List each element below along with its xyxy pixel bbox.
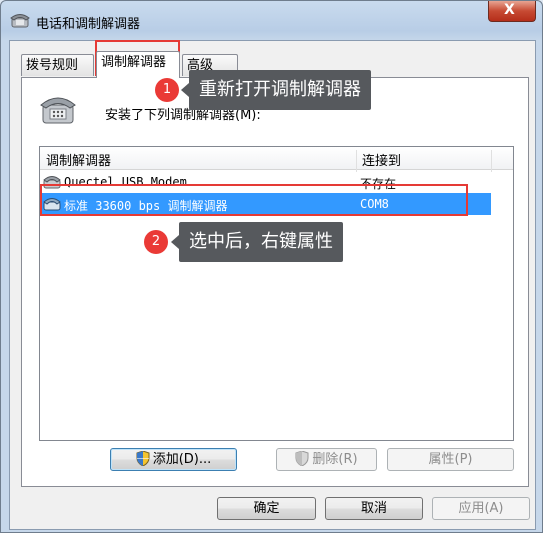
window-title: 电话和调制解调器 (36, 17, 141, 32)
annotation-number-1: 1 (155, 78, 179, 102)
column-header-modem[interactable]: 调制解调器 (46, 150, 111, 169)
uac-shield-icon (295, 451, 309, 466)
phone-modem-icon (40, 97, 76, 124)
delete-button-label: 删除(R) (312, 452, 358, 467)
add-button-label: 添加(D)... (152, 452, 212, 467)
apply-button[interactable]: 应用(A) (432, 497, 530, 520)
properties-button[interactable]: 属性(P) (387, 448, 514, 471)
annotation-number-2: 2 (144, 230, 168, 254)
tab-dialing-rules[interactable]: 拨号规则 (21, 54, 94, 76)
column-header-connected-to[interactable]: 连接到 (362, 150, 401, 169)
column-divider[interactable] (491, 150, 492, 172)
close-button[interactable]: X (488, 1, 536, 22)
cancel-button[interactable]: 取消 (325, 497, 423, 520)
callout-pointer (171, 235, 179, 249)
list-header: 调制解调器 连接到 (40, 147, 513, 172)
dialog-client: 拨号规则 调制解调器 高级 安装了下列调制解调器(M): 调制解调器 连接到 Q… (9, 40, 536, 530)
ok-button[interactable]: 确定 (217, 497, 316, 520)
close-icon: X (504, 2, 515, 18)
column-divider[interactable] (356, 150, 357, 172)
delete-button[interactable]: 删除(R) (276, 448, 377, 471)
annotation-callout-1: 重新打开调制解调器 (189, 70, 371, 110)
annotation-highlight-row (40, 184, 468, 216)
add-button[interactable]: 添加(D)... (110, 448, 237, 471)
title-bar[interactable]: 电话和调制解调器 X (1, 1, 542, 39)
tab-modems[interactable]: 调制解调器 (96, 51, 180, 78)
annotation-callout-2: 选中后，右键属性 (179, 222, 343, 262)
telephone-icon (10, 14, 30, 28)
callout-pointer (181, 83, 189, 97)
modems-panel: 安装了下列调制解调器(M): 调制解调器 连接到 Quectel USB Mod… (21, 77, 529, 487)
uac-shield-icon (136, 451, 150, 466)
